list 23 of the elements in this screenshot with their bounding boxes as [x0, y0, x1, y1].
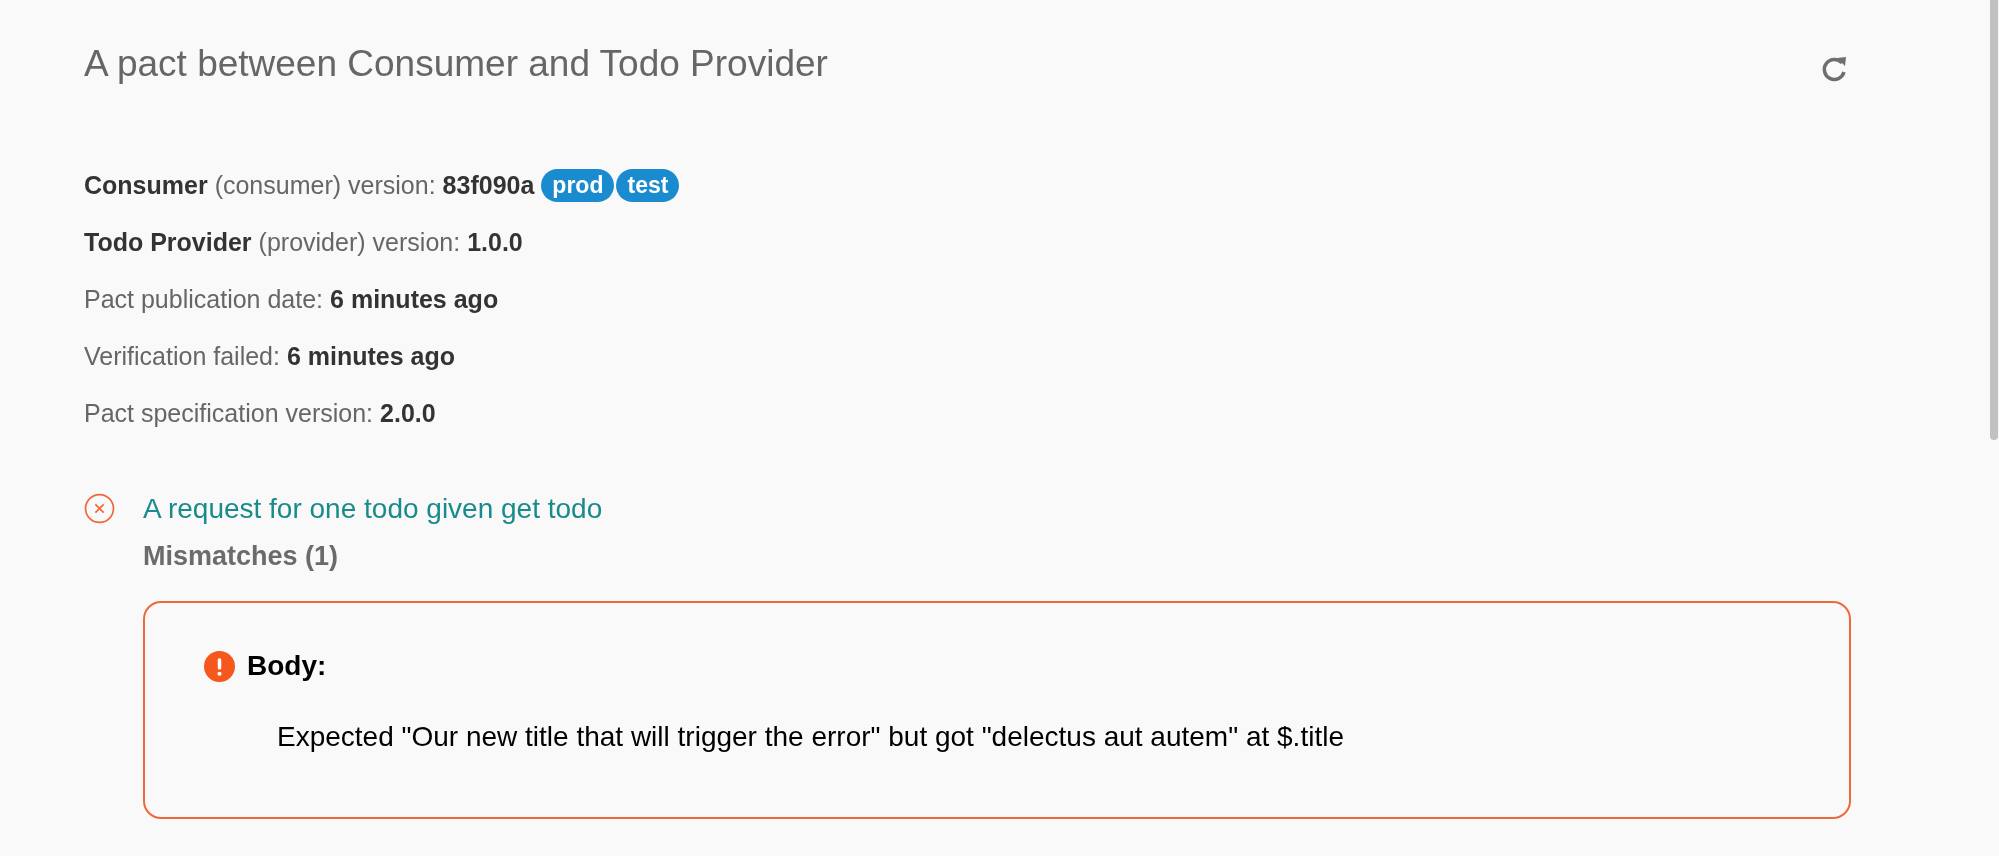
- mismatch-message: Expected "Our new title that will trigger the error" but got "delectus aut autem" at $.title: [277, 721, 1345, 753]
- party-role: (provider): [258, 229, 366, 255]
- party-name: Todo Provider: [84, 229, 252, 255]
- version-value: 1.0.0: [467, 229, 523, 255]
- detail-value: 6 minutes ago: [286, 343, 456, 369]
- interaction-link[interactable]: A request for one todo given get todo: [143, 493, 603, 524]
- tag-badge: test: [616, 168, 680, 202]
- detail-label: Verification failed:: [84, 343, 280, 369]
- detail-value: 2.0.0: [380, 400, 436, 426]
- version-label: version:: [372, 229, 461, 255]
- mismatches-heading: Mismatches (1): [143, 540, 340, 572]
- mismatch-heading: Body:: [247, 649, 327, 683]
- detail-label: Pact publication date:: [84, 286, 324, 312]
- detail-label: Pact specification version:: [84, 400, 374, 426]
- scrollbar-thumb[interactable]: [1990, 0, 1998, 440]
- warning-icon: [204, 650, 235, 682]
- version-label: version:: [348, 172, 436, 198]
- page-title: A pact between Consumer and Todo Provider: [84, 42, 828, 86]
- party-name: Consumer: [84, 172, 208, 198]
- tag-badge: prod: [541, 168, 615, 202]
- detail-value: 6 minutes ago: [330, 286, 499, 312]
- party-role: (consumer): [214, 172, 342, 198]
- version-value: 83f090a: [442, 172, 535, 198]
